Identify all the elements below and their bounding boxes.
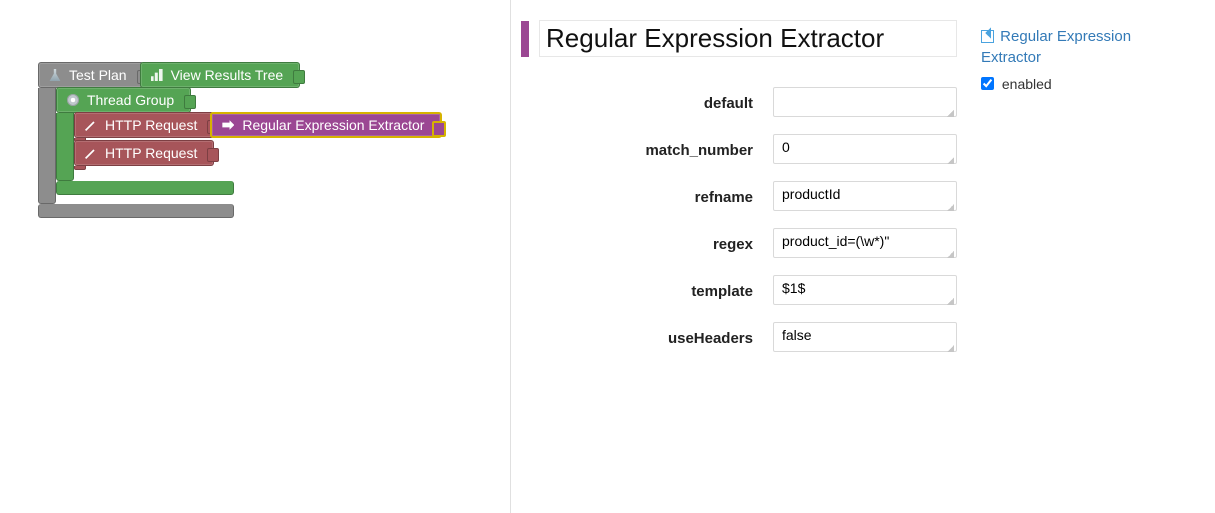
breadcrumb[interactable]: Regular Expression Extractor — [981, 26, 1191, 68]
block-http-request-1-label: HTTP Request — [105, 117, 197, 133]
flask-icon — [49, 69, 61, 81]
field-label-regex: regex — [521, 236, 753, 253]
field-input-refname[interactable] — [773, 181, 957, 211]
container-wall — [74, 166, 86, 170]
field-label-useHeaders: useHeaders — [521, 330, 753, 347]
title-accent-bar — [521, 21, 529, 57]
block-regex-extractor-label: Regular Expression Extractor — [242, 117, 424, 133]
block-view-results-tree[interactable]: View Results Tree — [140, 62, 301, 88]
field-input-useHeaders[interactable] — [773, 322, 957, 352]
enabled-checkbox[interactable] — [981, 77, 994, 90]
field-input-default[interactable] — [773, 87, 957, 117]
enabled-toggle[interactable]: enabled — [981, 76, 1052, 92]
field-label-refname: refname — [521, 189, 753, 206]
block-test-plan[interactable]: Test Plan — [38, 62, 144, 88]
block-test-plan-label: Test Plan — [69, 67, 127, 83]
container-wall — [56, 113, 74, 181]
breadcrumb-label: Regular Expression Extractor — [981, 28, 1131, 66]
container-foot — [38, 204, 234, 218]
block-regex-extractor[interactable]: Regular Expression Extractor — [210, 112, 442, 138]
field-label-default: default — [521, 95, 753, 112]
field-input-match_number[interactable] — [773, 134, 957, 164]
arrow-icon — [222, 119, 234, 131]
wand-icon — [85, 119, 97, 131]
block-http-request-1[interactable]: HTTP Request — [74, 112, 214, 138]
properties-form: default match_numberrefname regex template u… — [521, 87, 957, 355]
field-input-template[interactable] — [773, 275, 957, 305]
block-http-request-2-label: HTTP Request — [105, 145, 197, 161]
container-foot — [56, 181, 234, 195]
block-thread-group[interactable]: Thread Group — [56, 87, 191, 113]
properties-panel: default match_numberrefname regex template u… — [510, 0, 1215, 513]
element-title-input[interactable] — [539, 20, 957, 57]
field-label-match_number: match_number — [521, 142, 753, 159]
block-tree-panel: Test Plan View Results Tree Thread Group — [0, 0, 510, 513]
field-input-regex[interactable] — [773, 228, 957, 258]
block-http-request-2[interactable]: HTTP Request — [74, 140, 214, 166]
block-thread-group-label: Thread Group — [87, 92, 174, 108]
wand-icon — [85, 147, 97, 159]
chart-icon — [151, 69, 163, 81]
enabled-label: enabled — [1002, 76, 1052, 92]
block-view-results-label: View Results Tree — [171, 67, 284, 83]
breadcrumb-icon — [981, 30, 994, 43]
container-wall — [38, 88, 56, 204]
field-label-template: template — [521, 283, 753, 300]
gear-icon — [67, 94, 79, 106]
